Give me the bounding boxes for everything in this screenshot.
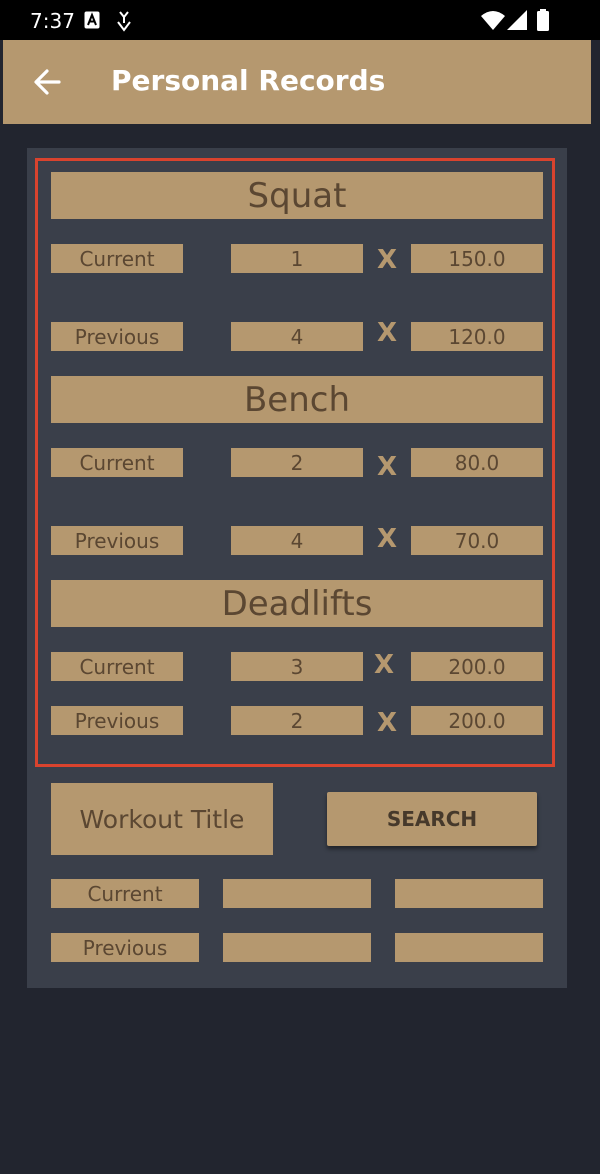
search-current-label: Current <box>51 879 199 908</box>
app-bar: Personal Records <box>3 40 591 124</box>
back-arrow-icon[interactable] <box>31 62 67 102</box>
previous-reps-field[interactable]: 2 <box>231 706 363 735</box>
previous-weight-field[interactable]: 200.0 <box>411 706 543 735</box>
previous-label: Previous <box>51 706 183 735</box>
current-reps-field[interactable]: 2 <box>231 448 363 477</box>
times-separator: X <box>377 524 398 554</box>
previous-weight-field[interactable]: 70.0 <box>411 526 543 555</box>
previous-reps-field[interactable]: 4 <box>231 526 363 555</box>
search-previous-weight-field[interactable] <box>395 933 543 962</box>
current-label: Current <box>51 448 183 477</box>
times-separator: X <box>377 318 398 348</box>
previous-weight-field[interactable]: 120.0 <box>411 322 543 351</box>
times-separator: X <box>377 452 398 482</box>
previous-label: Previous <box>51 526 183 555</box>
page-title: Personal Records <box>111 64 386 97</box>
search-previous-label: Previous <box>51 933 199 962</box>
current-label: Current <box>51 652 183 681</box>
workout-title-field[interactable]: Workout Title <box>51 783 273 855</box>
section-header-bench: Bench <box>51 376 543 423</box>
download-notification-icon <box>116 10 132 36</box>
current-weight-field[interactable]: 80.0 <box>411 448 543 477</box>
cellular-signal-icon <box>507 10 527 34</box>
previous-label: Previous <box>51 322 183 351</box>
current-weight-field[interactable]: 150.0 <box>411 244 543 273</box>
times-separator: X <box>374 650 395 680</box>
search-current-weight-field[interactable] <box>395 879 543 908</box>
times-separator: X <box>377 708 398 738</box>
wifi-icon <box>481 10 505 34</box>
search-previous-reps-field[interactable] <box>223 933 371 962</box>
previous-reps-field[interactable]: 4 <box>231 322 363 351</box>
keyboard-a-icon <box>84 11 100 33</box>
current-label: Current <box>51 244 183 273</box>
section-header-squat: Squat <box>51 172 543 219</box>
status-bar: 7:37 <box>0 0 600 40</box>
current-weight-field[interactable]: 200.0 <box>411 652 543 681</box>
search-button[interactable]: SEARCH <box>327 792 537 846</box>
section-header-deadlifts: Deadlifts <box>51 580 543 627</box>
current-reps-field[interactable]: 3 <box>231 652 363 681</box>
status-time: 7:37 <box>30 9 75 33</box>
times-separator: X <box>377 245 398 275</box>
battery-icon <box>537 9 549 35</box>
search-current-reps-field[interactable] <box>223 879 371 908</box>
current-reps-field[interactable]: 1 <box>231 244 363 273</box>
